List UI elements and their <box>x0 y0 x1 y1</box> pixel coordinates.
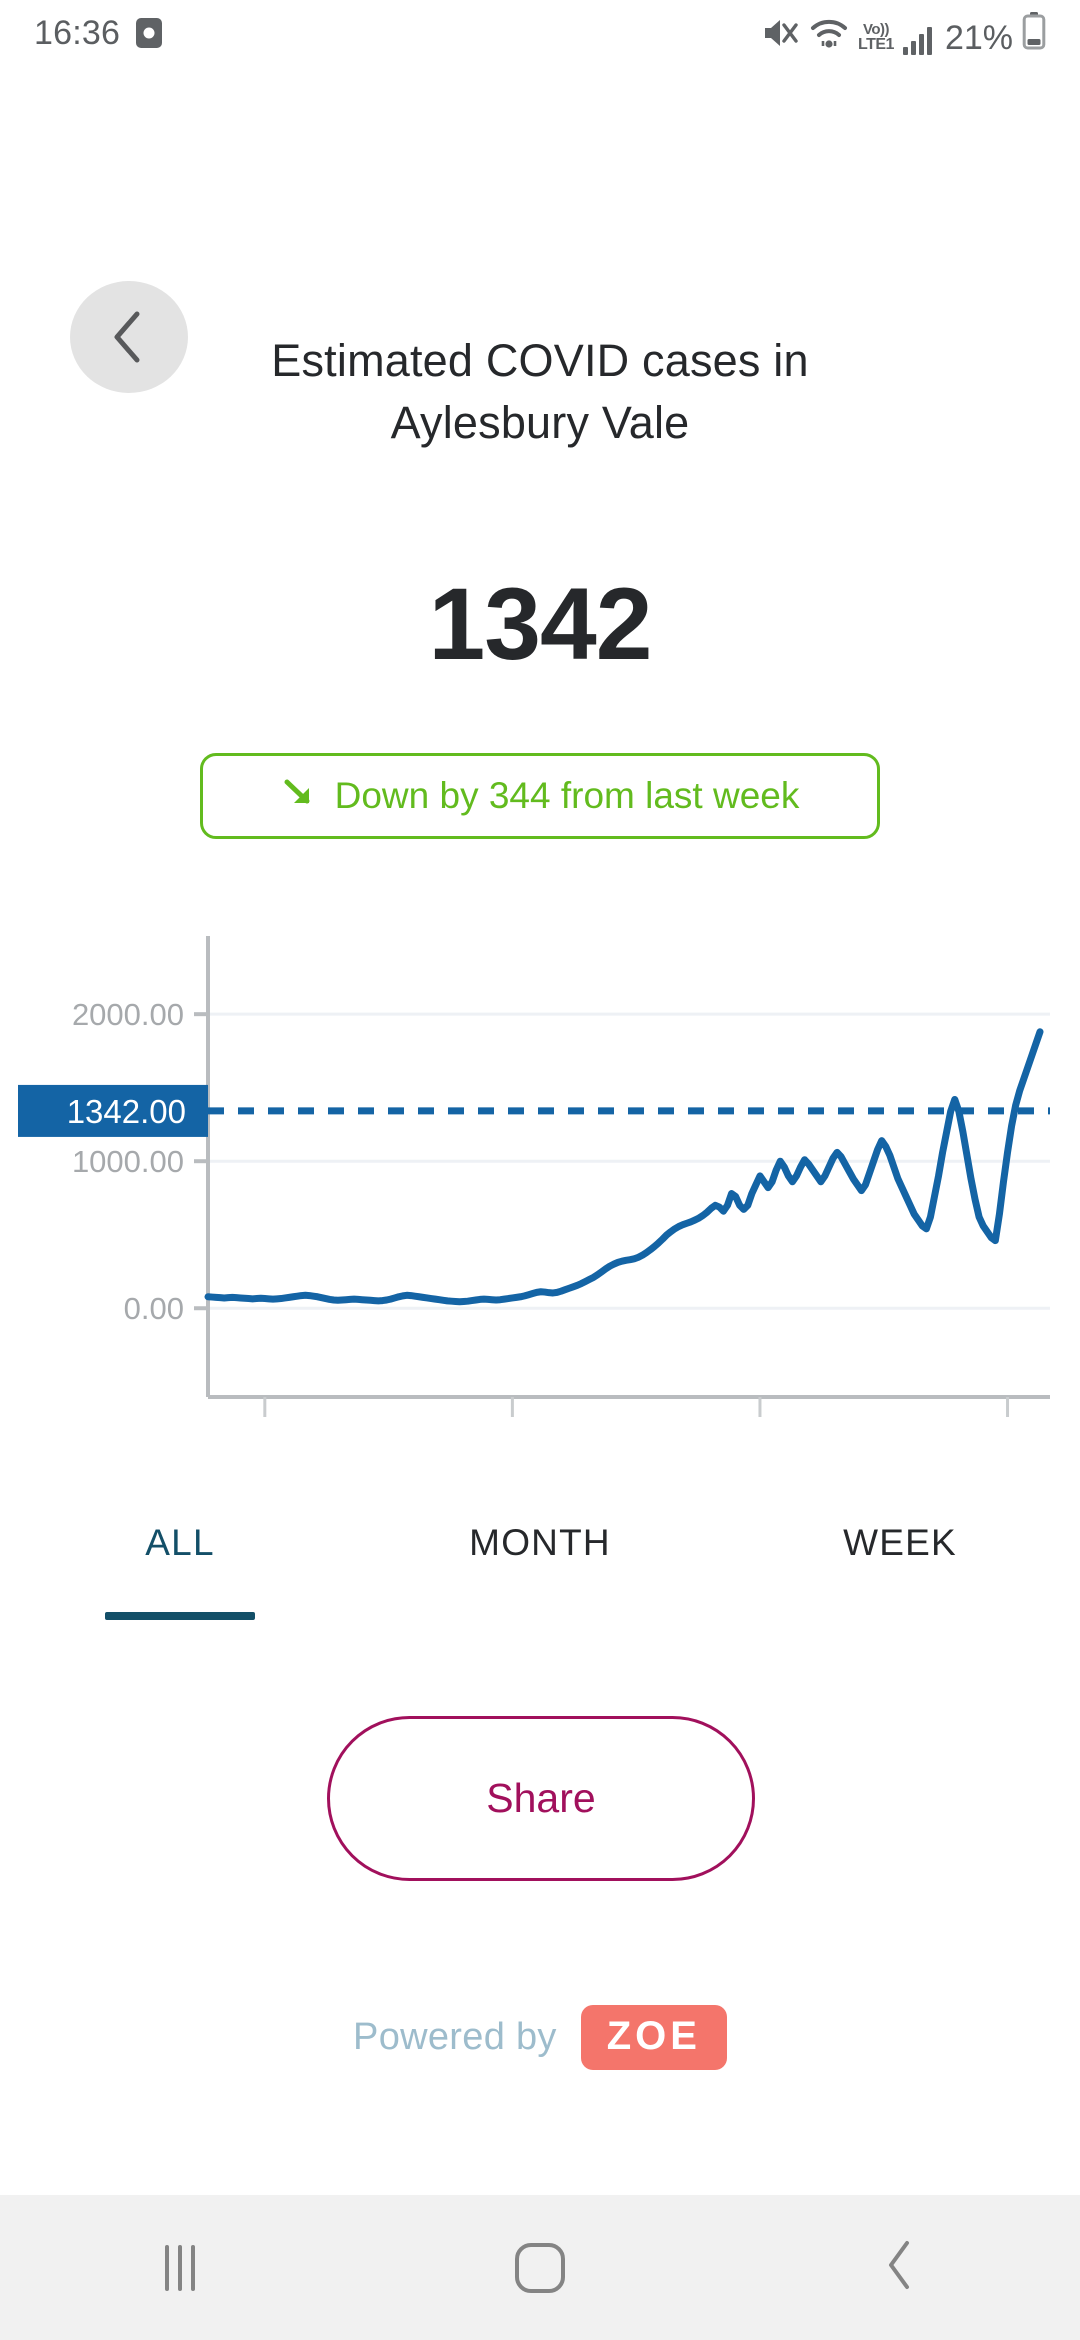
battery-percent-label: 21% <box>945 21 1013 55</box>
zoe-logo: ZOE <box>581 2005 727 2070</box>
page-title: Estimated COVID cases in Aylesbury Vale <box>0 330 1080 454</box>
android-nav-bar <box>0 2195 1080 2340</box>
volte-line2: LTE1 <box>858 37 894 53</box>
trend-label: Down by 344 from last week <box>335 775 800 817</box>
page-title-line1: Estimated COVID cases in <box>271 335 808 386</box>
tab-month[interactable]: MONTH <box>360 1500 720 1650</box>
tab-all[interactable]: ALL <box>0 1500 360 1650</box>
chart-highlight-label: 1342.00 <box>67 1093 186 1130</box>
tab-all-label: ALL <box>145 1522 214 1564</box>
status-bar-icons: Vo)) LTE1 21% <box>762 12 1046 55</box>
status-bar-clock: 16:36 <box>34 14 120 53</box>
chart-ytick-label: 0.00 <box>124 1291 184 1326</box>
range-tabs: ALL MONTH WEEK <box>0 1500 1080 1650</box>
nav-home-button[interactable] <box>360 2243 720 2293</box>
wifi-icon <box>809 16 849 55</box>
chart-canvas: 0.001000.002000.00JulSepNov20211342.00 <box>0 930 1080 1430</box>
alarm-icon <box>136 18 162 48</box>
nav-recents-button[interactable] <box>0 2245 360 2291</box>
share-button-label: Share <box>486 1775 595 1822</box>
tab-week-label: WEEK <box>843 1522 957 1564</box>
chevron-left-icon <box>883 2239 917 2296</box>
trend-badge: Down by 344 from last week <box>200 753 880 839</box>
chart-ytick-label: 2000.00 <box>72 997 184 1032</box>
recents-icon <box>165 2245 195 2291</box>
share-button[interactable]: Share <box>327 1716 755 1881</box>
volume-mute-icon <box>762 16 800 55</box>
page-title-line2: Aylesbury Vale <box>0 392 1080 454</box>
tab-month-indicator <box>465 1612 615 1620</box>
battery-icon <box>1022 12 1046 55</box>
status-bar: 16:36 Vo)) LTE1 21% <box>0 0 1080 66</box>
chart-ytick-label: 1000.00 <box>72 1144 184 1179</box>
signal-bars-icon <box>903 27 932 55</box>
cases-line-chart[interactable]: 0.001000.002000.00JulSepNov20211342.00 <box>0 930 1080 1430</box>
home-icon <box>515 2243 565 2293</box>
powered-by-label: Powered by <box>353 2016 557 2059</box>
case-count-value: 1342 <box>0 573 1080 675</box>
volte-indicator: Vo)) LTE1 <box>858 22 894 53</box>
tab-week-indicator <box>825 1612 975 1620</box>
tab-month-label: MONTH <box>469 1522 611 1564</box>
powered-by: Powered by ZOE <box>0 2005 1080 2070</box>
nav-back-button[interactable] <box>720 2239 1080 2296</box>
volte-line1: Vo)) <box>863 22 889 37</box>
arrow-down-right-icon <box>281 774 317 819</box>
tab-week[interactable]: WEEK <box>720 1500 1080 1650</box>
chart-series-line <box>208 1032 1040 1302</box>
tab-all-indicator <box>105 1612 255 1620</box>
